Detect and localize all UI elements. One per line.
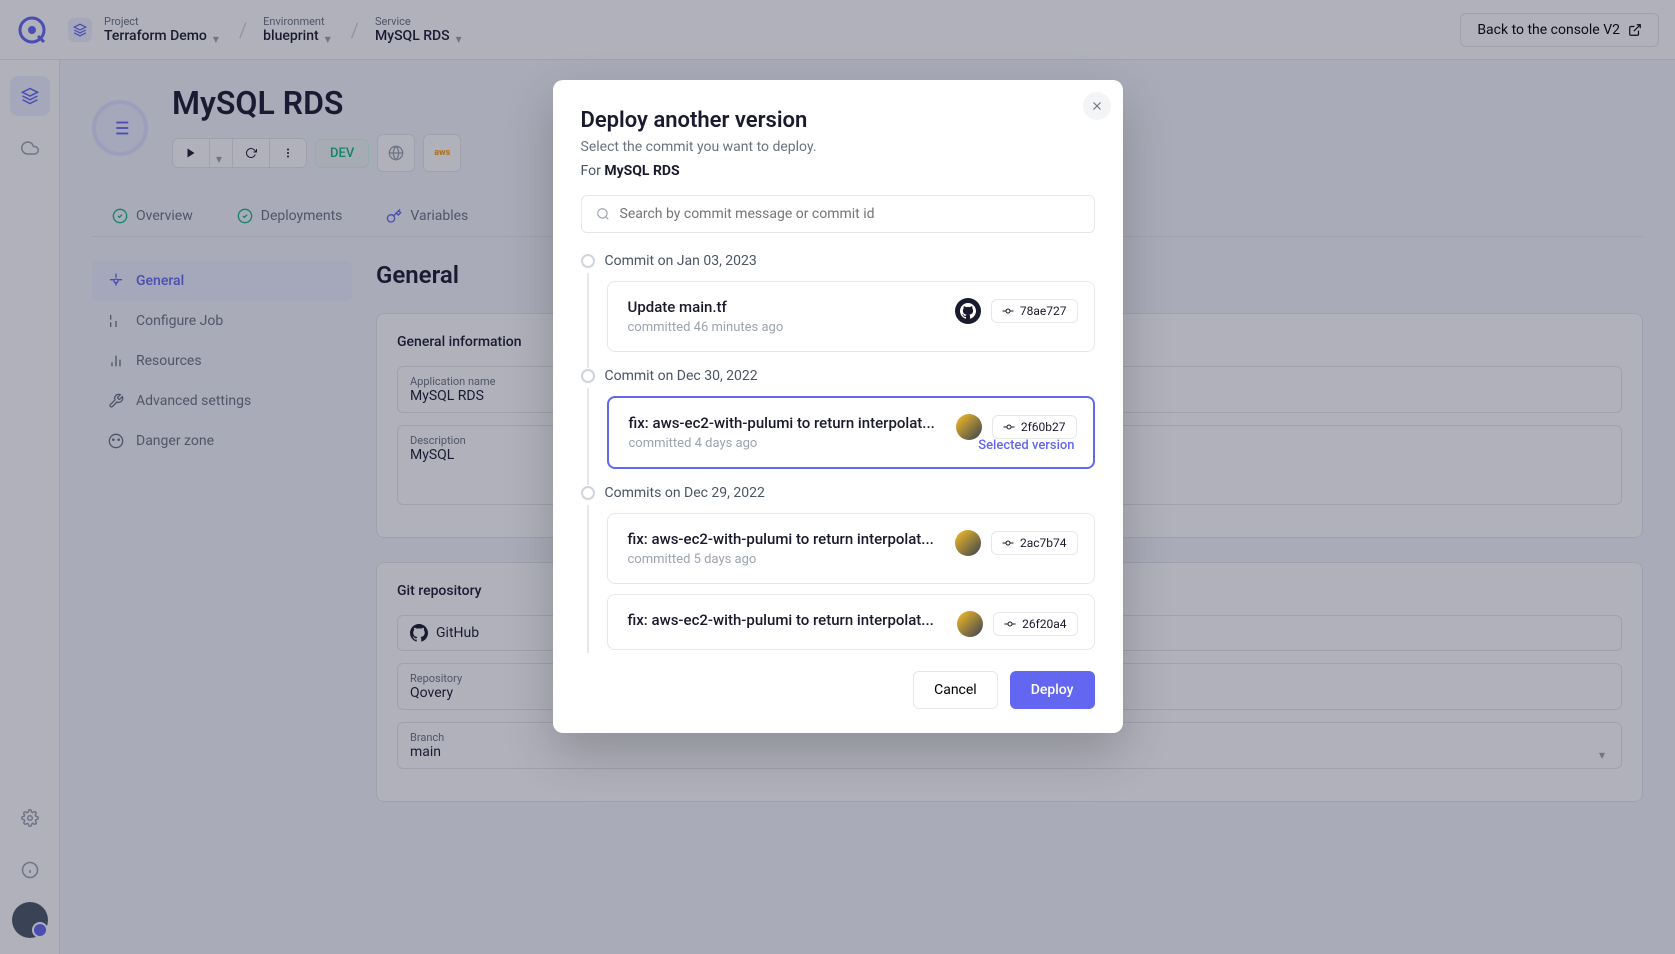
modal-for-service: MySQL RDS <box>604 163 679 179</box>
commit-date-label: Commits on Dec 29, 2022 <box>605 485 765 501</box>
commit-date-group: Commit on Jan 03, 2023 Update main.tf co… <box>581 253 1095 352</box>
selected-version-label: Selected version <box>978 438 1074 453</box>
commit-card[interactable]: fix: aws-ec2-with-pulumi to return inter… <box>607 594 1095 650</box>
deploy-button[interactable]: Deploy <box>1010 671 1095 709</box>
commit-list: Commit on Jan 03, 2023 Update main.tf co… <box>553 253 1123 653</box>
commit-marker-icon <box>581 254 595 268</box>
commit-card[interactable]: fix: aws-ec2-with-pulumi to return inter… <box>607 396 1095 469</box>
commit-search-box[interactable] <box>581 195 1095 233</box>
deploy-version-modal: Deploy another version Select the commit… <box>553 80 1123 733</box>
commit-date-group: Commits on Dec 29, 2022 fix: aws-ec2-wit… <box>581 485 1095 650</box>
close-icon <box>1090 99 1104 113</box>
commit-search-input[interactable] <box>620 206 1080 222</box>
commit-hash-pill[interactable]: 78ae727 <box>991 299 1078 323</box>
search-icon <box>596 207 610 221</box>
modal-for: For MySQL RDS <box>581 163 1095 179</box>
commit-hash: 26f20a4 <box>1022 617 1066 631</box>
cancel-button[interactable]: Cancel <box>913 671 998 709</box>
user-avatar-icon <box>956 414 982 440</box>
user-avatar-icon <box>957 611 983 637</box>
commit-marker-icon <box>581 486 595 500</box>
modal-backdrop: Deploy another version Select the commit… <box>0 0 1675 954</box>
modal-title: Deploy another version <box>581 108 1095 133</box>
modal-subtitle: Select the commit you want to deploy. <box>581 139 1095 155</box>
commit-date-label: Commit on Jan 03, 2023 <box>605 253 757 269</box>
commit-hash: 2ac7b74 <box>1020 536 1067 550</box>
commit-card[interactable]: fix: aws-ec2-with-pulumi to return inter… <box>607 513 1095 584</box>
github-avatar-icon <box>955 298 981 324</box>
commit-date-group: Commit on Dec 30, 2022 fix: aws-ec2-with… <box>581 368 1095 469</box>
commit-hash: 2f60b27 <box>1021 420 1066 434</box>
commit-marker-icon <box>581 369 595 383</box>
commit-hash-pill[interactable]: 26f20a4 <box>993 612 1077 636</box>
user-avatar-icon <box>955 530 981 556</box>
commit-hash-pill[interactable]: 2ac7b74 <box>991 531 1078 555</box>
commit-date-label: Commit on Dec 30, 2022 <box>605 368 758 384</box>
commit-hash-pill[interactable]: 2f60b27 <box>992 415 1077 439</box>
modal-footer: Cancel Deploy <box>553 653 1123 733</box>
modal-close-button[interactable] <box>1083 92 1111 120</box>
commit-hash: 78ae727 <box>1020 304 1067 318</box>
commit-card[interactable]: Update main.tf committed 46 minutes ago … <box>607 281 1095 352</box>
modal-header: Deploy another version Select the commit… <box>553 80 1123 195</box>
